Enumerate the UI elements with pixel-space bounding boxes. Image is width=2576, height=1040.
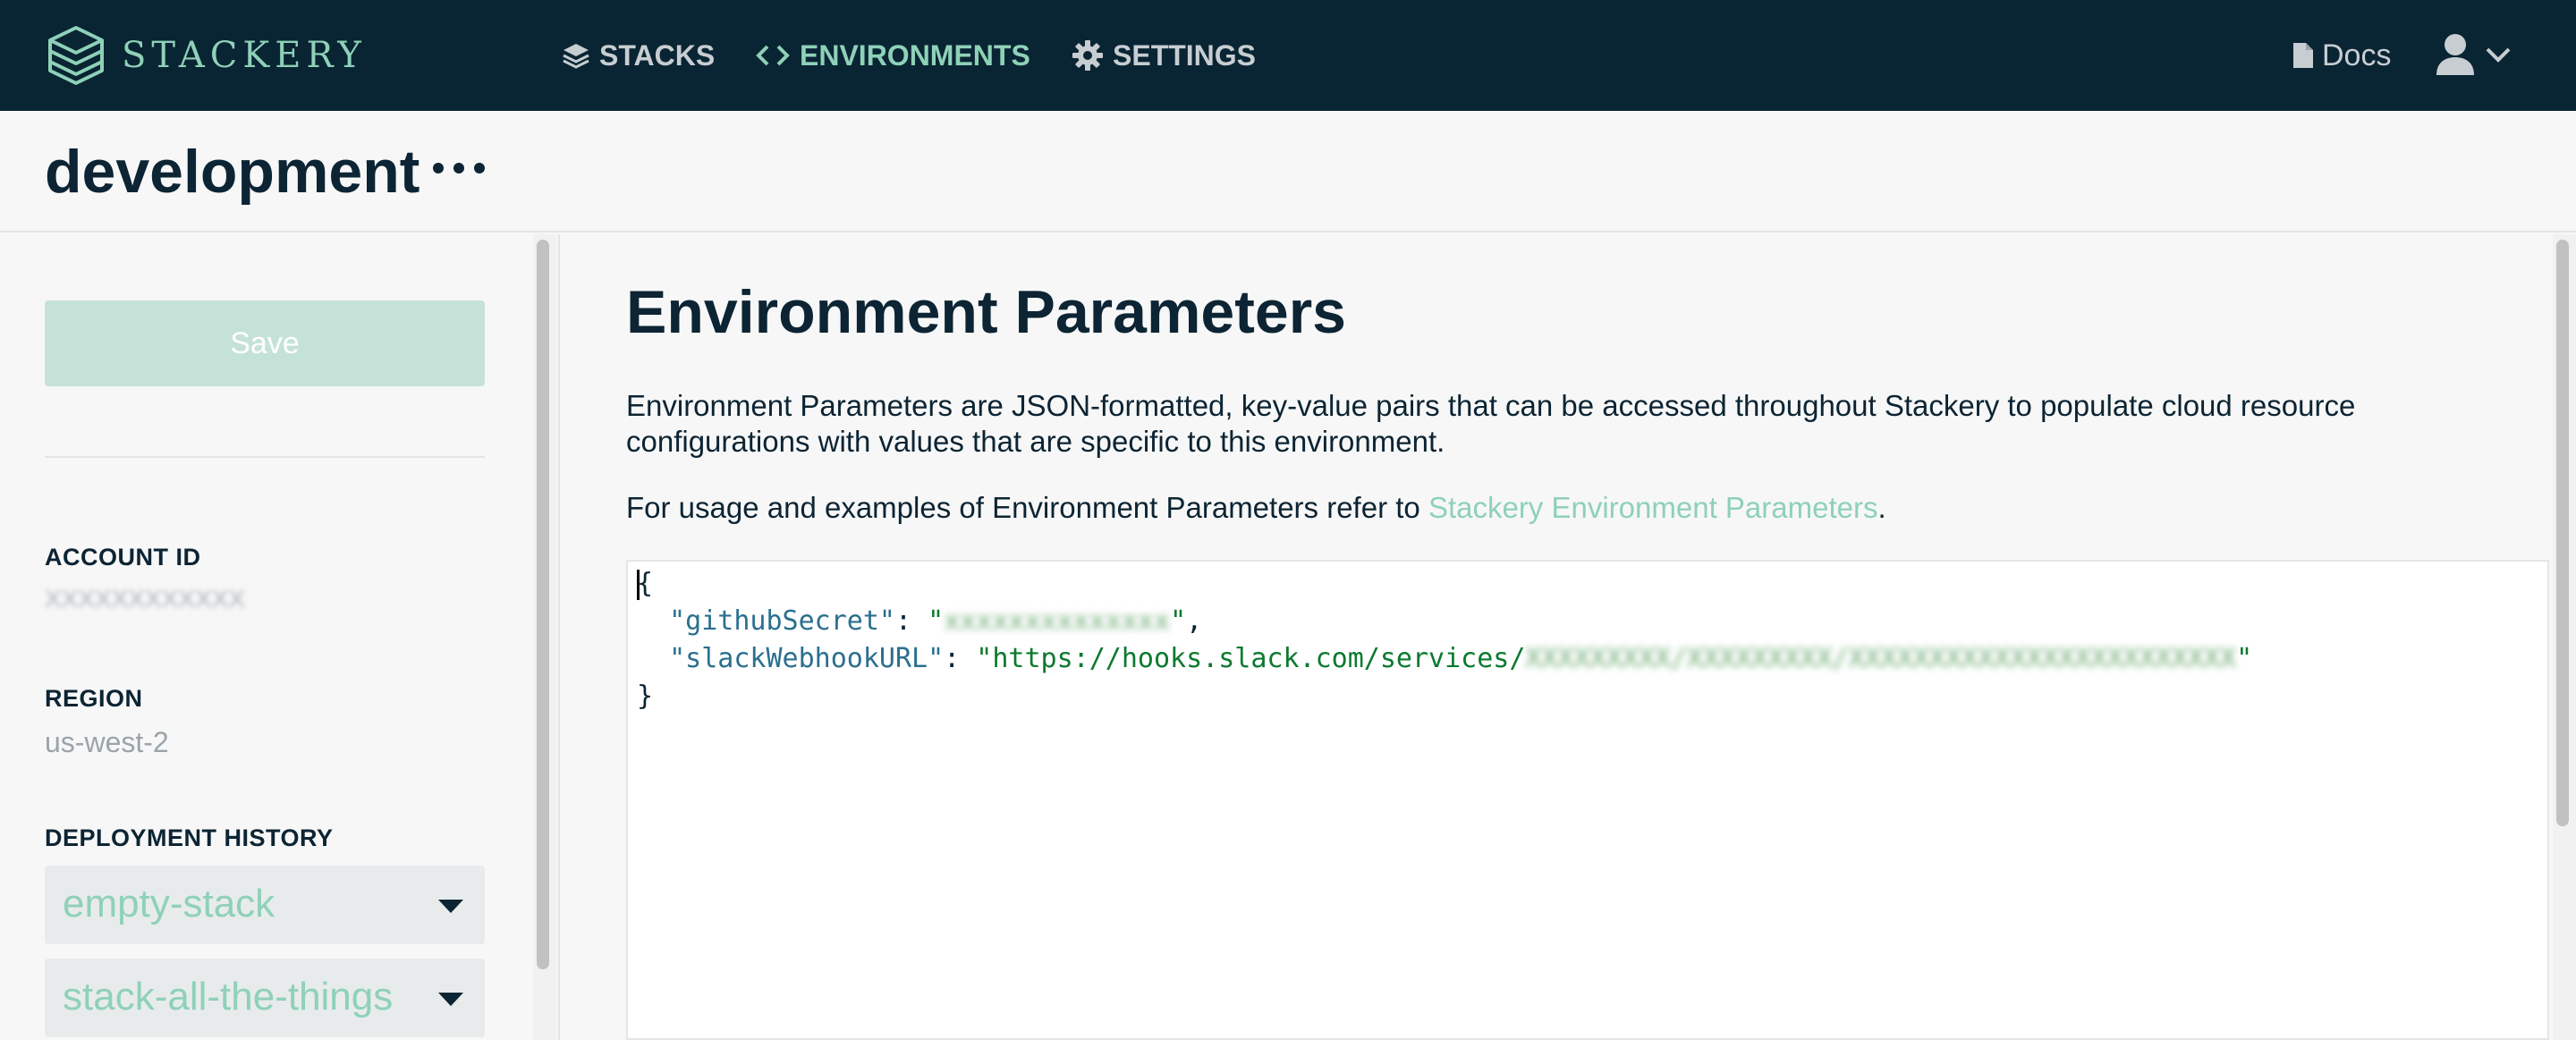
region-value: us-west-2 <box>45 726 169 758</box>
nav-settings-label: SETTINGS <box>1113 38 1257 72</box>
save-button[interactable]: Save <box>45 300 485 386</box>
account-id-label: ACCOUNT ID <box>45 544 201 571</box>
region-label: REGION <box>45 685 143 712</box>
docs-label: Docs <box>2322 38 2392 72</box>
brand[interactable]: STACKERY <box>45 21 367 89</box>
nav-settings[interactable]: SETTINGS <box>1072 32 1256 79</box>
sidebar: Save ACCOUNT ID XXXXXXXXXXXX REGION us-w… <box>0 234 531 1040</box>
param-trailing: , <box>1186 605 1203 637</box>
nav-environments[interactable]: ENVIRONMENTS <box>755 32 1030 79</box>
nav-stacks[interactable]: STACKS <box>562 32 715 79</box>
ellipsis-icon[interactable] <box>433 150 485 186</box>
caret-down-icon <box>438 900 463 913</box>
gear-icon <box>1072 39 1104 72</box>
nav-stacks-label: STACKS <box>599 38 716 72</box>
brand-name: STACKERY <box>122 35 367 76</box>
document-icon <box>2293 43 2313 68</box>
nav-environments-label: ENVIRONMENTS <box>800 38 1030 72</box>
usage-prefix: For usage and examples of Environment Pa… <box>626 491 1428 524</box>
history-item-stack-all-the-things[interactable]: stack-all-the-things <box>45 959 485 1037</box>
code-brackets-icon <box>755 41 791 70</box>
main-scrollbar-thumb[interactable] <box>2556 240 2569 826</box>
top-navigation: STACKERY STACKS ENVIRONMENTS SETTINGS Do… <box>0 0 2576 111</box>
history-item-label: empty-stack <box>63 882 275 926</box>
history-item-empty-stack[interactable]: empty-stack <box>45 866 485 944</box>
param-value-suffix: " <box>2236 643 2253 674</box>
caret-down-icon <box>438 993 463 1006</box>
section-description: Environment Parameters are JSON-formatte… <box>626 389 2356 458</box>
json-editor[interactable]: { "githubSecret": "xxxxxxxxxxxxxx", "sla… <box>626 560 2549 1040</box>
chevron-down-icon <box>2486 47 2511 63</box>
page-title: development <box>45 138 420 206</box>
user-menu[interactable] <box>2435 27 2512 82</box>
param-value-hidden: xxxxxxxxxxxxxx <box>944 605 1171 637</box>
page-header: development <box>0 111 2576 233</box>
param-value-hidden: XXXXXXXXX/XXXXXXXXX/XXXXXXXXXXXXXXXXXXXX… <box>1525 643 2237 674</box>
param-value-suffix: " <box>1170 605 1187 637</box>
param-key: "githubSecret" <box>669 605 895 637</box>
environment-parameters-docs-link[interactable]: Stackery Environment Parameters <box>1428 491 1878 524</box>
usage-text: For usage and examples of Environment Pa… <box>626 490 1886 526</box>
param-value-prefix: " <box>928 605 945 637</box>
usage-suffix: . <box>1877 491 1886 524</box>
history-item-label: stack-all-the-things <box>63 975 394 1019</box>
docs-link[interactable]: Docs <box>2292 32 2391 79</box>
deployment-history-label: DEPLOYMENT HISTORY <box>45 824 334 851</box>
sidebar-scrollbar-thumb[interactable] <box>537 240 549 969</box>
account-id-value: XXXXXXXXXXXX <box>45 585 246 613</box>
code-line-param: "slackWebhookURL": "https://hooks.slack.… <box>669 643 2253 674</box>
layers-icon <box>562 41 590 70</box>
code-line-close: } <box>637 678 653 715</box>
user-icon <box>2436 34 2474 75</box>
param-value-prefix: "https://hooks.slack.com/services/ <box>976 643 1526 674</box>
section-title: Environment Parameters <box>626 278 1346 346</box>
stackery-logo-icon <box>48 26 104 85</box>
code-line-open: { <box>637 565 653 603</box>
sidebar-divider <box>45 456 485 458</box>
param-key: "slackWebhookURL" <box>669 643 945 674</box>
open-brace: { <box>637 568 654 599</box>
main-content: Environment Parameters Environment Param… <box>560 234 2549 1040</box>
close-brace: } <box>637 681 654 712</box>
code-line-param: "githubSecret": "xxxxxxxxxxxxxx", <box>669 605 1203 637</box>
